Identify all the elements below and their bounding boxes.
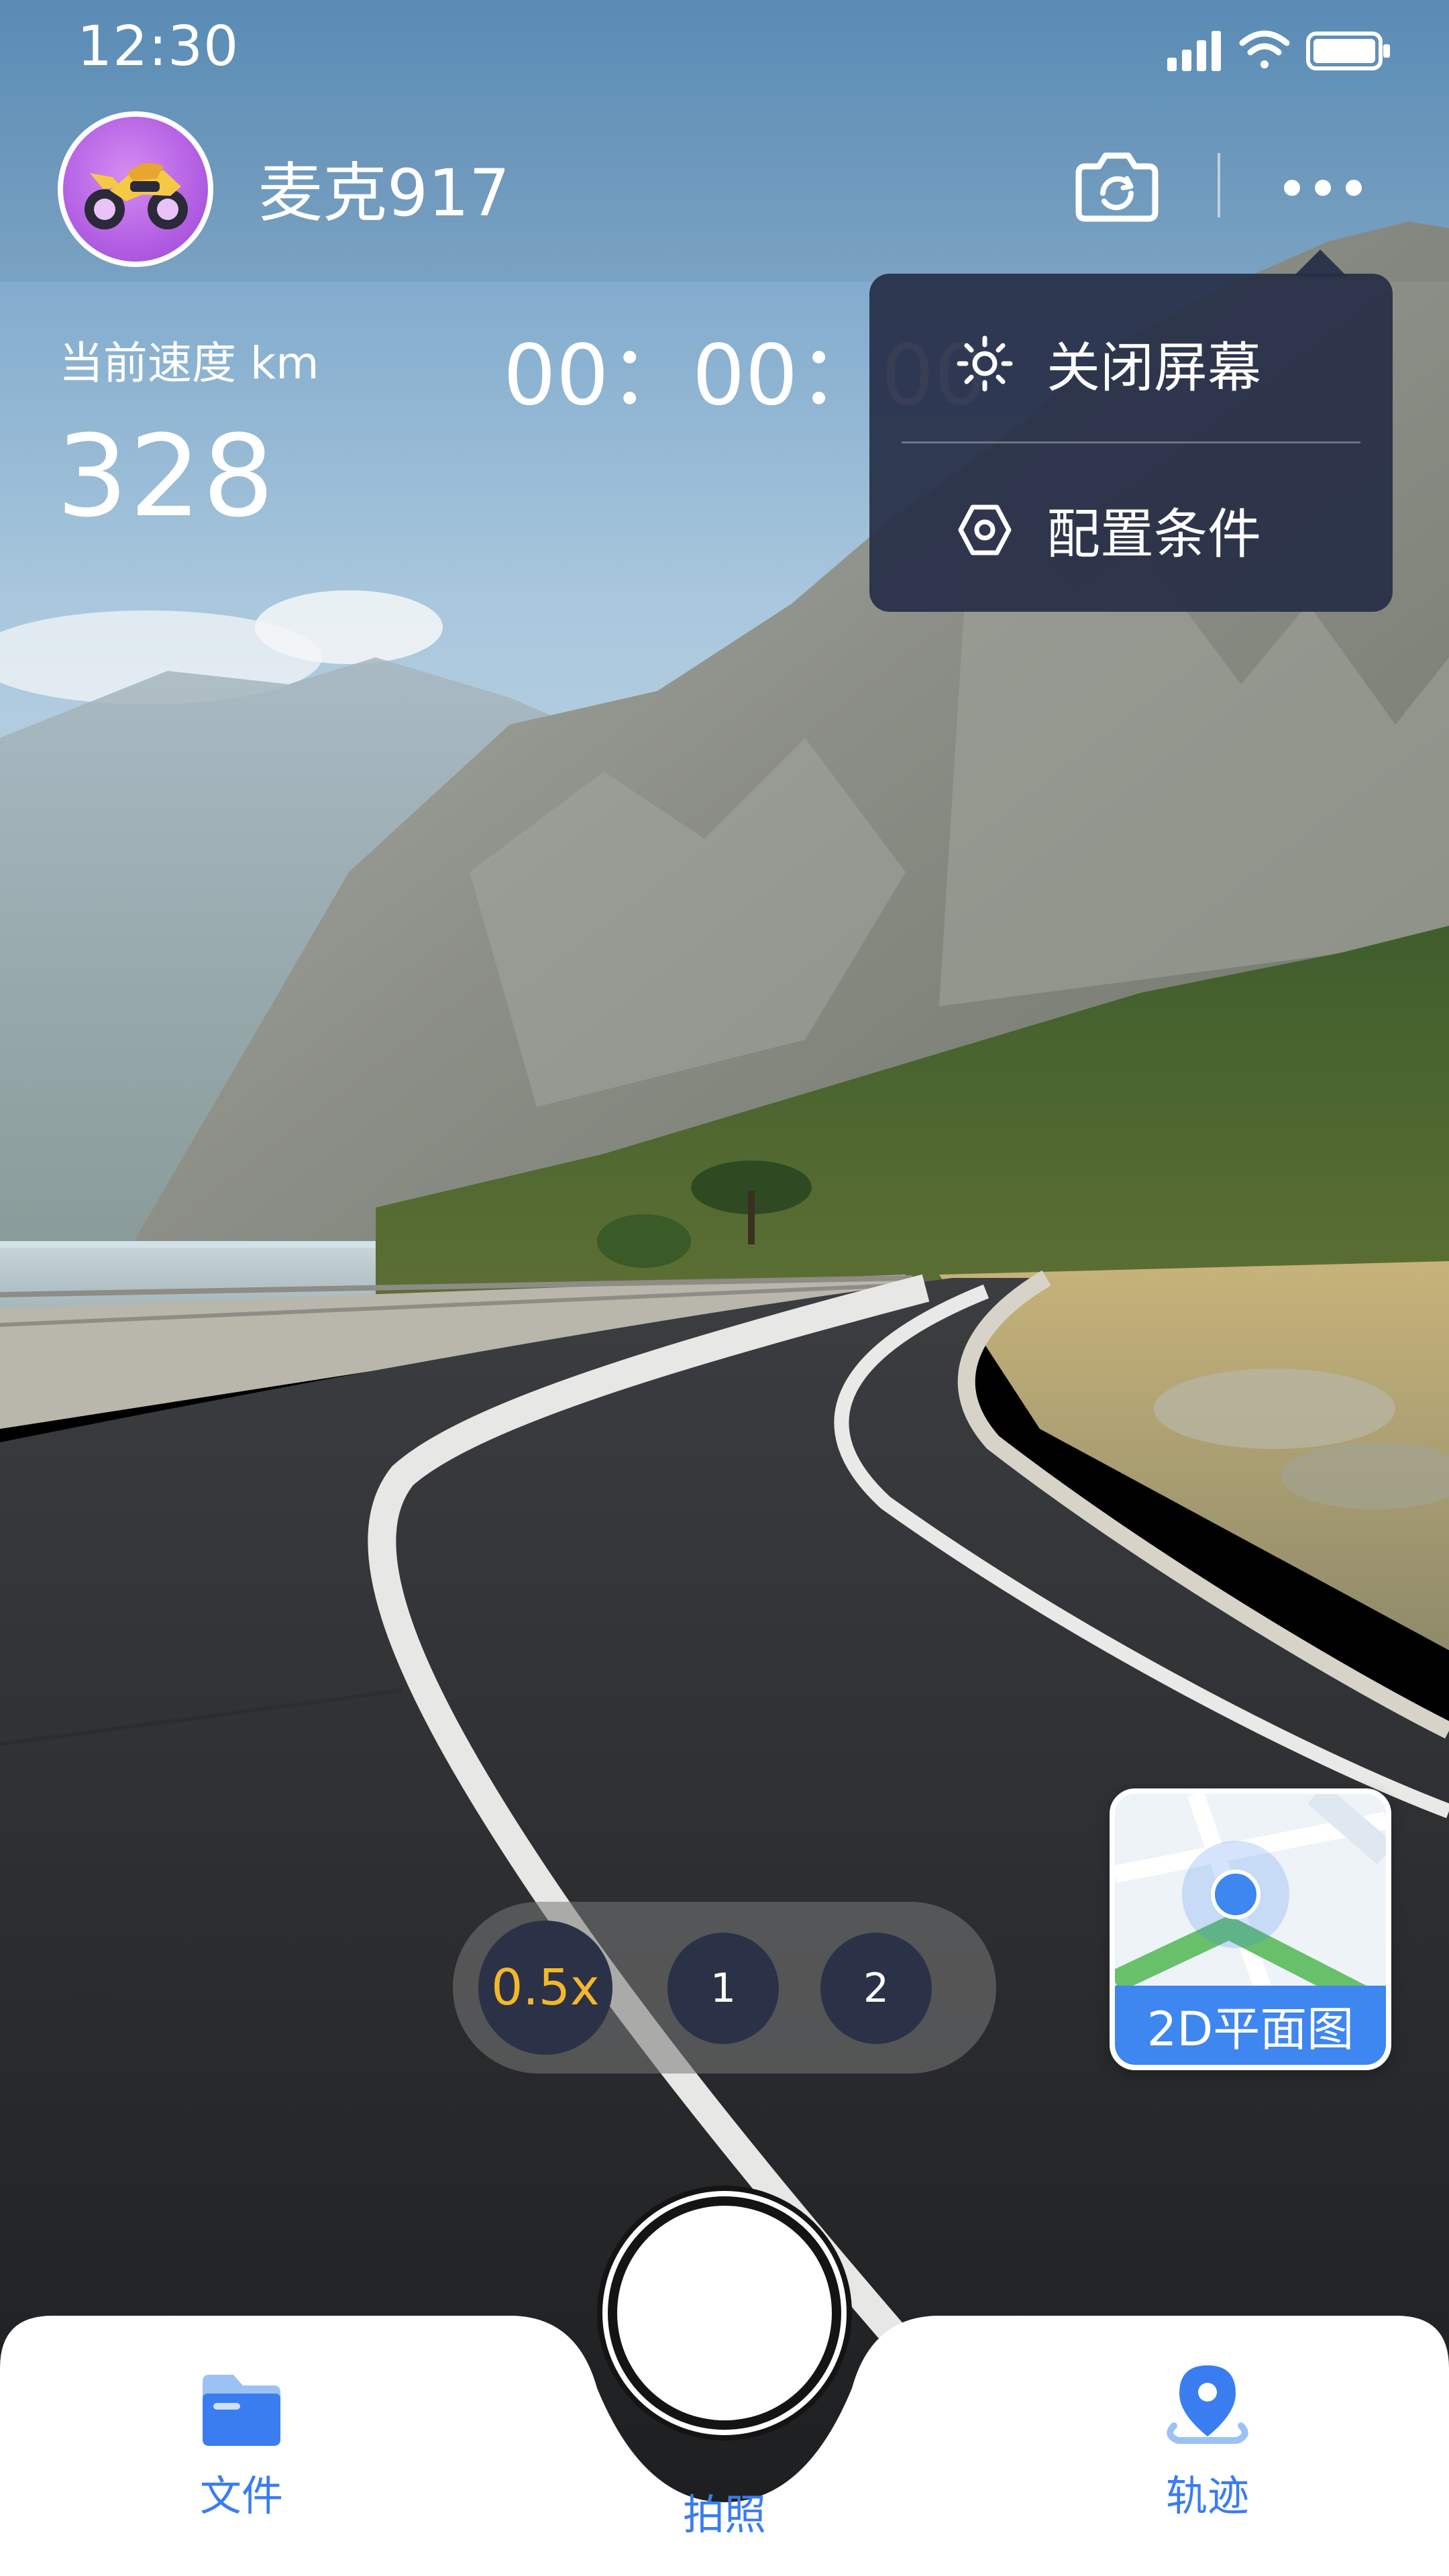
map-2d-button[interactable]: 2D平面图 [1110,1788,1391,2070]
nav-label-track: 轨迹 [1165,2471,1249,2520]
status-icons [1167,30,1390,71]
map-2d-label: 2D平面图 [1115,1986,1386,2065]
battery-icon [1306,32,1390,70]
track-pin-icon [1167,2365,1248,2444]
status-time: 12:30 [77,15,239,78]
signal-icon [1167,31,1221,71]
nav-label-capture: 拍照 [682,2490,766,2539]
wifi-icon [1239,30,1290,68]
menu-item-config[interactable]: 配置条件 [869,449,1393,610]
more-dropdown-menu: 关闭屏幕 配置条件 [869,274,1393,612]
settings-icon [958,504,1012,555]
header-divider [1218,153,1220,217]
menu-item-label: 配置条件 [1046,503,1261,566]
user-avatar[interactable] [58,111,213,267]
speed-value: 328 [56,411,276,542]
nav-item-track[interactable]: 轨迹 [1107,2361,1308,2522]
zoom-selector: 0.5x 1 2 [453,1902,996,2074]
menu-divider [902,441,1360,443]
folder-icon [203,2375,280,2446]
location-pin-icon [1182,1841,1289,1948]
nav-label-files: 文件 [199,2471,283,2520]
zoom-option-1x[interactable]: 1 [667,1933,779,2044]
menu-item-label: 关闭屏幕 [1046,337,1261,399]
more-icon[interactable] [1276,161,1370,215]
flip-camera-icon[interactable] [1073,149,1161,223]
speed-label: 当前速度 km [59,337,319,389]
brightness-icon [957,335,1013,392]
camera-screen: 12:30 麦克917 当前速度 km 328 00：00：00 关闭屏幕 配置… [0,0,1449,2576]
dropdown-arrow [1293,250,1347,276]
motorcycle-avatar-icon [85,162,188,229]
shutter-button[interactable] [597,2186,852,2440]
shutter-icon [617,2206,832,2420]
zoom-option-0-5x[interactable]: 0.5x [478,1921,612,2055]
username: 麦克917 [258,156,511,231]
zoom-option-2x[interactable]: 2 [820,1933,932,2044]
nav-item-files[interactable]: 文件 [141,2369,342,2522]
menu-item-close-screen[interactable]: 关闭屏幕 [869,283,1393,444]
